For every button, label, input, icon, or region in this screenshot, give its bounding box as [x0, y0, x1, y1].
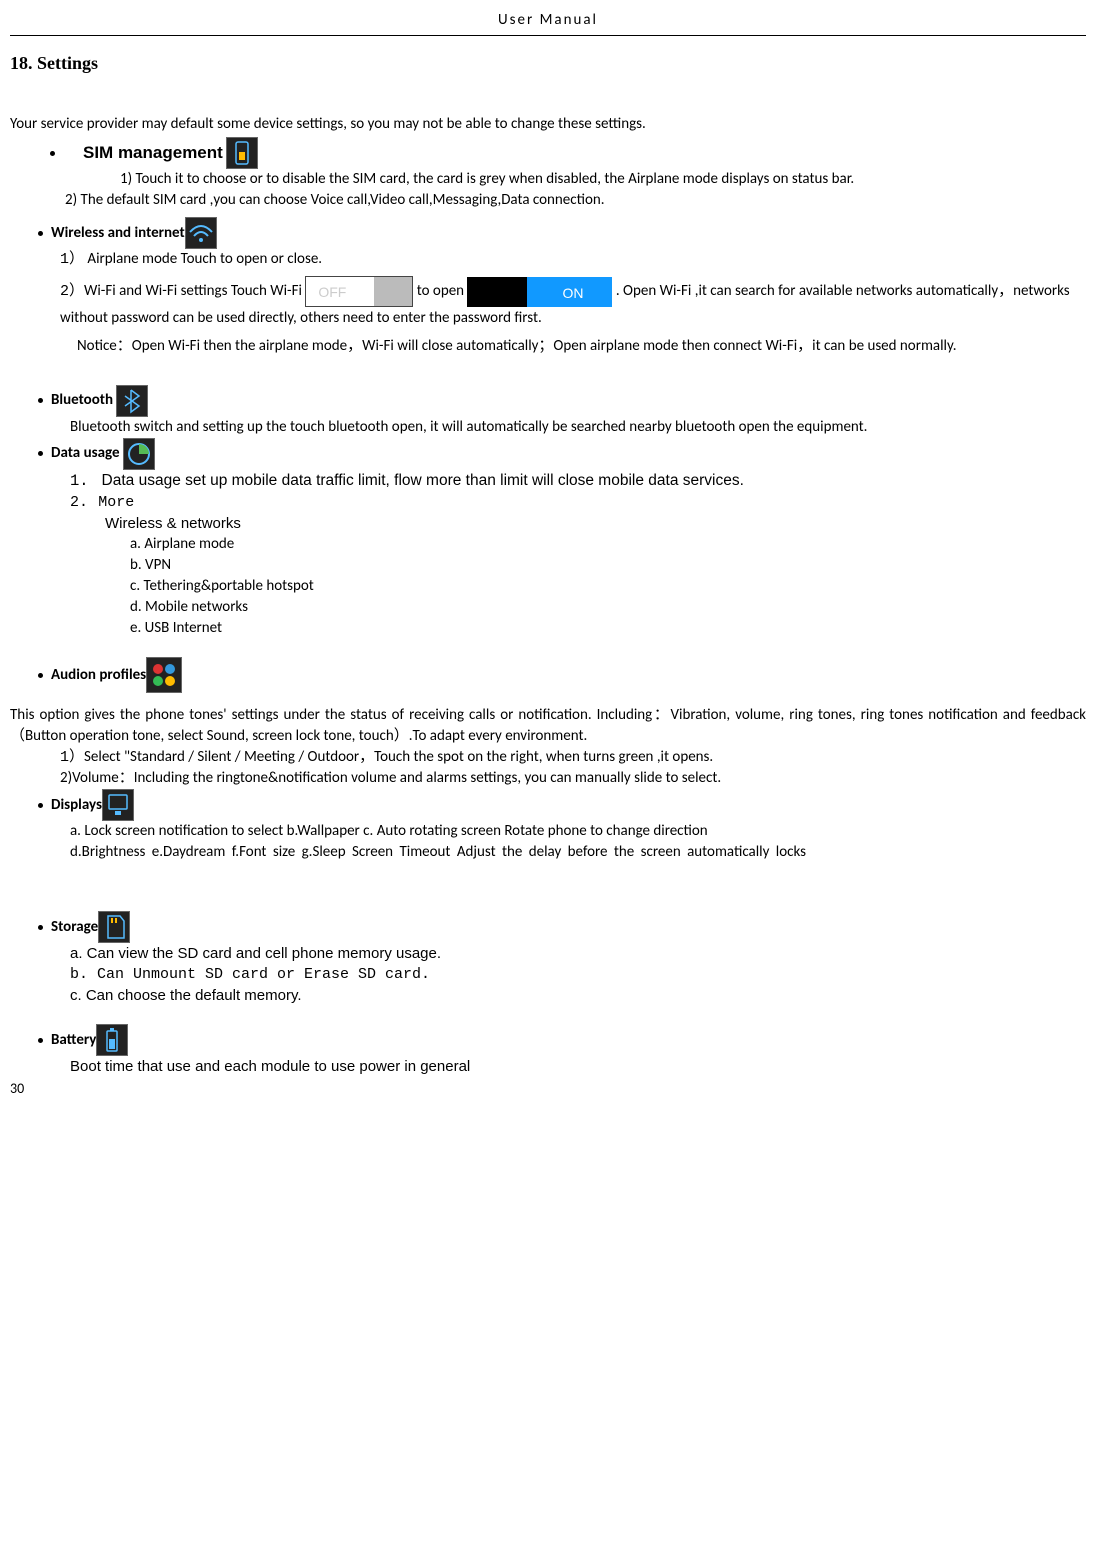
bullet-icon	[38, 451, 43, 456]
bullet-icon	[38, 925, 43, 930]
audio-body: This option gives the phone tones' setti…	[10, 705, 1086, 747]
audio-item2: 2)Volume：Including the ringtone&notifica…	[60, 768, 1086, 789]
bullet-icon	[38, 1038, 43, 1043]
audio-title: Audion profiles	[51, 665, 146, 686]
bullet-icon	[38, 803, 43, 808]
displays-line2: d.Brightness e.Daydream f.Font size g.Sl…	[10, 842, 1086, 863]
chapter-title: 18. Settings	[10, 51, 1086, 76]
sim-item1: 1) Touch it to choose or to disable the …	[65, 169, 1086, 190]
wifi-icon	[185, 217, 217, 249]
battery-icon	[96, 1024, 128, 1056]
bluetooth-row: Bluetooth	[38, 385, 1086, 417]
storage-a: a. Can view the SD card and cell phone m…	[70, 943, 1086, 964]
data-d: d. Mobile networks	[130, 597, 1086, 618]
storage-icon	[98, 911, 130, 943]
bullet-icon	[38, 398, 43, 403]
airplane-item: 1） Airplane mode Touch to open or close.	[60, 249, 1086, 270]
audio-row: Audion profiles	[38, 657, 1086, 693]
sim-icon	[226, 137, 258, 169]
page-header: User Manual	[10, 10, 1086, 36]
data-usage-icon	[123, 438, 155, 470]
page-number: 30	[10, 1079, 1086, 1099]
storage-b: b. Can Unmount SD card or Erase SD card.	[70, 964, 1086, 985]
displays-row: Displays	[38, 789, 1086, 821]
bullet-icon	[38, 231, 43, 236]
bullet-icon	[38, 673, 43, 678]
wifi-item: 2）Wi-Fi and Wi-Fi settings Touch Wi-Fi O…	[60, 276, 1086, 330]
data-a: a. Airplane mode	[130, 534, 1086, 555]
bullet-icon	[50, 151, 55, 156]
displays-line1: a. Lock screen notification to select b.…	[70, 821, 1086, 842]
data-e: e. USB Internet	[130, 618, 1086, 639]
sim-item2: 2) The default SIM card ,you can choose …	[65, 190, 1086, 211]
audio-item1: 1）Select "Standard / Silent / Meeting / …	[60, 747, 1086, 768]
data-usage-title: Data usage	[51, 443, 120, 464]
storage-title: Storage	[51, 917, 98, 938]
data-c: c. Tethering&portable hotspot	[130, 576, 1086, 597]
wireless-title: Wireless and internet	[51, 223, 185, 244]
intro-text: Your service provider may default some d…	[10, 114, 1086, 135]
bluetooth-icon	[116, 385, 148, 417]
bluetooth-title: Bluetooth	[51, 390, 113, 411]
displays-title: Displays	[51, 795, 102, 816]
audio-icon	[146, 657, 182, 693]
data-item1: 1. Data usage set up mobile data traffic…	[70, 470, 1086, 493]
sim-title: SIM management	[83, 141, 223, 165]
battery-body: Boot time that use and each module to us…	[70, 1056, 1086, 1077]
sim-management-row: SIM management	[50, 137, 1086, 169]
data-b: b. VPN	[130, 555, 1086, 576]
wifi-notice: Notice：Open Wi-Fi then the airplane mode…	[38, 336, 1086, 357]
data-item2: 2. More	[70, 492, 1086, 513]
storage-row: Storage	[38, 911, 1086, 943]
battery-row: Battery	[38, 1024, 1086, 1056]
displays-icon	[102, 789, 134, 821]
battery-title: Battery	[51, 1030, 96, 1051]
bluetooth-body: Bluetooth switch and setting up the touc…	[70, 417, 1086, 438]
data-usage-row: Data usage	[38, 438, 1086, 470]
data-subtitle: Wireless & networks	[105, 513, 1086, 534]
storage-c: c. Can choose the default memory.	[70, 985, 1086, 1006]
on-toggle: ON	[467, 277, 612, 307]
wireless-row: Wireless and internet	[38, 217, 1086, 249]
off-toggle: OFF	[305, 276, 413, 307]
